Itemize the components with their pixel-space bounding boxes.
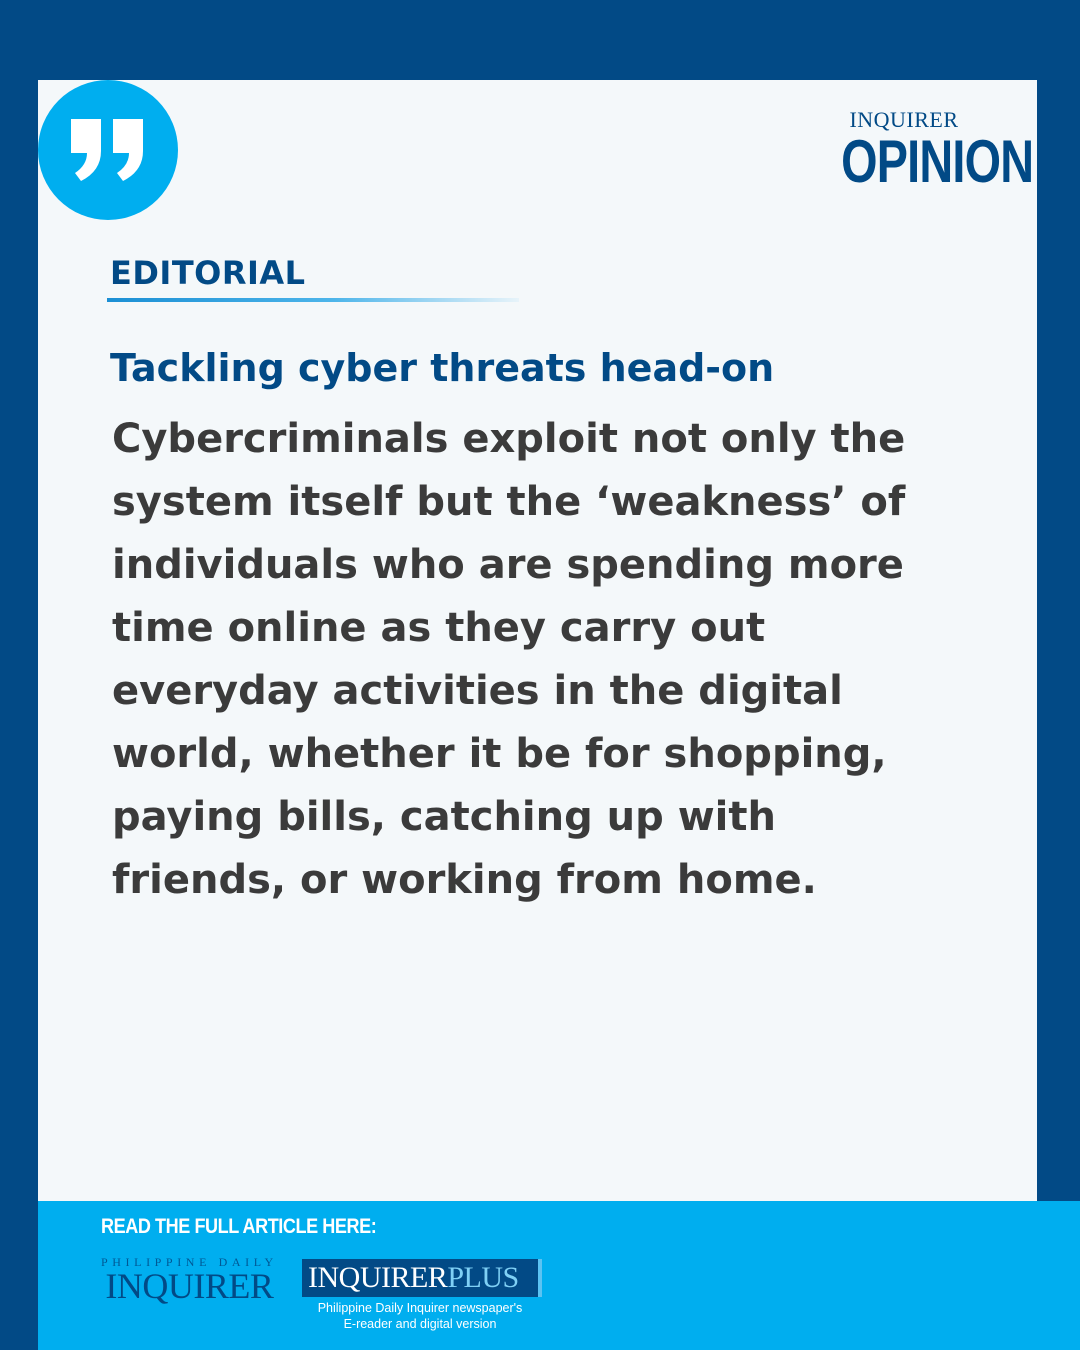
- closing-quote-icon: [71, 119, 143, 181]
- excerpt-line: everyday activities in the digital: [112, 668, 843, 714]
- excerpt-line: friends, or working from home.: [112, 857, 817, 903]
- section-label: EDITORIAL: [110, 254, 306, 292]
- philippine-daily-inquirer-logo[interactable]: PHILIPPINE DAILY INQUIRER: [101, 1255, 278, 1306]
- inquirer-opinion-logo: INQUIRER OPINION: [814, 108, 1034, 192]
- inquirer-plus-caption: Philippine Daily Inquirer newspaper's E-…: [302, 1300, 538, 1332]
- inquirer-plus-logo[interactable]: INQUIRER PLUS: [302, 1259, 542, 1297]
- article-excerpt: Cybercriminals exploit not only the syst…: [112, 408, 992, 912]
- quote-badge: [38, 80, 178, 220]
- pdi-logo-small: PHILIPPINE DAILY: [101, 1255, 278, 1269]
- footer-banner: READ THE FULL ARTICLE HERE: PHILIPPINE D…: [38, 1201, 1080, 1350]
- plus-logo-edge: [538, 1259, 542, 1297]
- excerpt-line: time online as they carry out: [112, 605, 766, 651]
- plus-logo-plus: PLUS: [447, 1261, 519, 1294]
- pdi-logo-big: INQUIRER: [105, 1266, 274, 1306]
- excerpt-line: individuals who are spending more: [112, 542, 904, 588]
- excerpt-line: paying bills, catching up with: [112, 794, 776, 840]
- excerpt-line: Cybercriminals exploit not only the: [112, 416, 906, 462]
- plus-logo-inquirer: INQUIRER: [308, 1261, 448, 1294]
- logo-main-text: OPINION: [841, 128, 1034, 195]
- article-headline: Tackling cyber threats head-on: [110, 346, 775, 390]
- excerpt-line: world, whether it be for shopping,: [112, 731, 887, 777]
- excerpt-line: system itself but the ‘weakness’ of: [112, 479, 906, 525]
- caption-line: E-reader and digital version: [343, 1317, 497, 1331]
- caption-line: Philippine Daily Inquirer newspaper's: [317, 1301, 523, 1315]
- section-divider: [107, 298, 519, 302]
- read-full-article-text: READ THE FULL ARTICLE HERE:: [101, 1215, 377, 1238]
